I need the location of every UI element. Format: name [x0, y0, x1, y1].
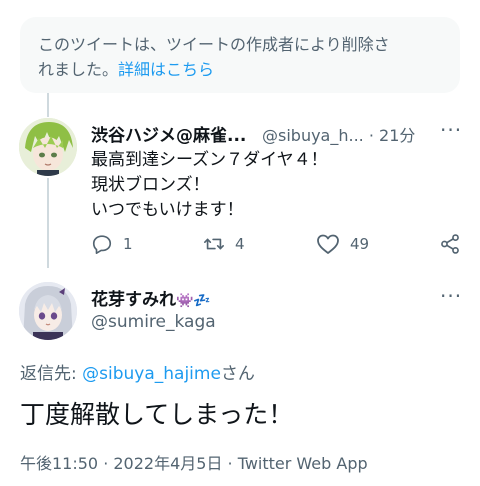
learn-more-link[interactable]: 詳細はこちら — [118, 60, 214, 79]
tweet1-handle[interactable]: @sibuya_h... · 21分 — [262, 122, 415, 146]
tweet2-text: 丁度解散してしまった！ — [20, 400, 294, 429]
like-button[interactable]: 49 — [316, 233, 369, 255]
tweet1-text-line: 最高到達シーズン７ダイヤ４！ — [91, 150, 328, 170]
tweet1-display-name[interactable]: 渋谷ハジメ@麻雀... — [91, 121, 246, 146]
tweet1-timestamp[interactable]: · 21分 — [369, 126, 416, 145]
more-options-icon[interactable]: ··· — [440, 284, 462, 308]
reply-suffix: さん — [220, 364, 255, 384]
tweet2-display-name[interactable]: 花芽すみれ👾💤 — [91, 285, 211, 310]
heart-icon — [317, 234, 339, 254]
more-options-icon[interactable]: ··· — [440, 118, 462, 142]
tweet1-action-bar: 1 4 49 — [0, 230, 480, 260]
replying-to: 返信先: @sibuya_hajimeさん — [20, 359, 255, 384]
reply-button[interactable]: 1 — [91, 233, 133, 255]
thread-connector-line — [47, 93, 49, 117]
avatar-image — [19, 118, 77, 176]
tweet1-handle-text[interactable]: @sibuya_h... — [262, 126, 364, 145]
tweet1-text-line: いつでもいけます！ — [91, 200, 244, 220]
reply-count: 1 — [123, 235, 133, 253]
tweet-timestamp-source[interactable]: 午後11:50 · 2022年4月5日 · Twitter Web App — [20, 450, 368, 474]
reply-icon — [92, 235, 112, 254]
deleted-tweet-notice: このツイートは、ツイートの作成者により削除さ れました。詳細はこちら — [20, 17, 460, 93]
deleted-notice-text-line1: このツイートは、ツイートの作成者により削除さ — [38, 35, 390, 54]
share-button[interactable] — [439, 233, 461, 255]
retweet-icon — [204, 238, 224, 250]
name-emoji: 👾💤 — [176, 293, 211, 309]
retweet-button[interactable]: 4 — [203, 233, 245, 255]
tweet2-handle[interactable]: @sumire_kaga — [91, 312, 216, 332]
like-count: 49 — [350, 235, 370, 253]
tweet1-text-line: 現状ブロンズ！ — [91, 175, 210, 195]
avatar-image — [19, 282, 77, 340]
reply-mention-link[interactable]: @sibuya_hajime — [82, 364, 221, 384]
retweet-count: 4 — [235, 235, 245, 253]
tweet1-text: 最高到達シーズン７ダイヤ４！ 現状ブロンズ！ いつでもいけます！ — [91, 148, 328, 223]
deleted-notice-text-line2: れました。 — [38, 60, 119, 79]
reply-prefix: 返信先: — [20, 364, 83, 384]
avatar[interactable] — [19, 282, 77, 340]
share-icon — [441, 234, 459, 254]
avatar[interactable] — [19, 118, 77, 176]
tweet2-display-name-text[interactable]: 花芽すみれ — [91, 290, 176, 310]
